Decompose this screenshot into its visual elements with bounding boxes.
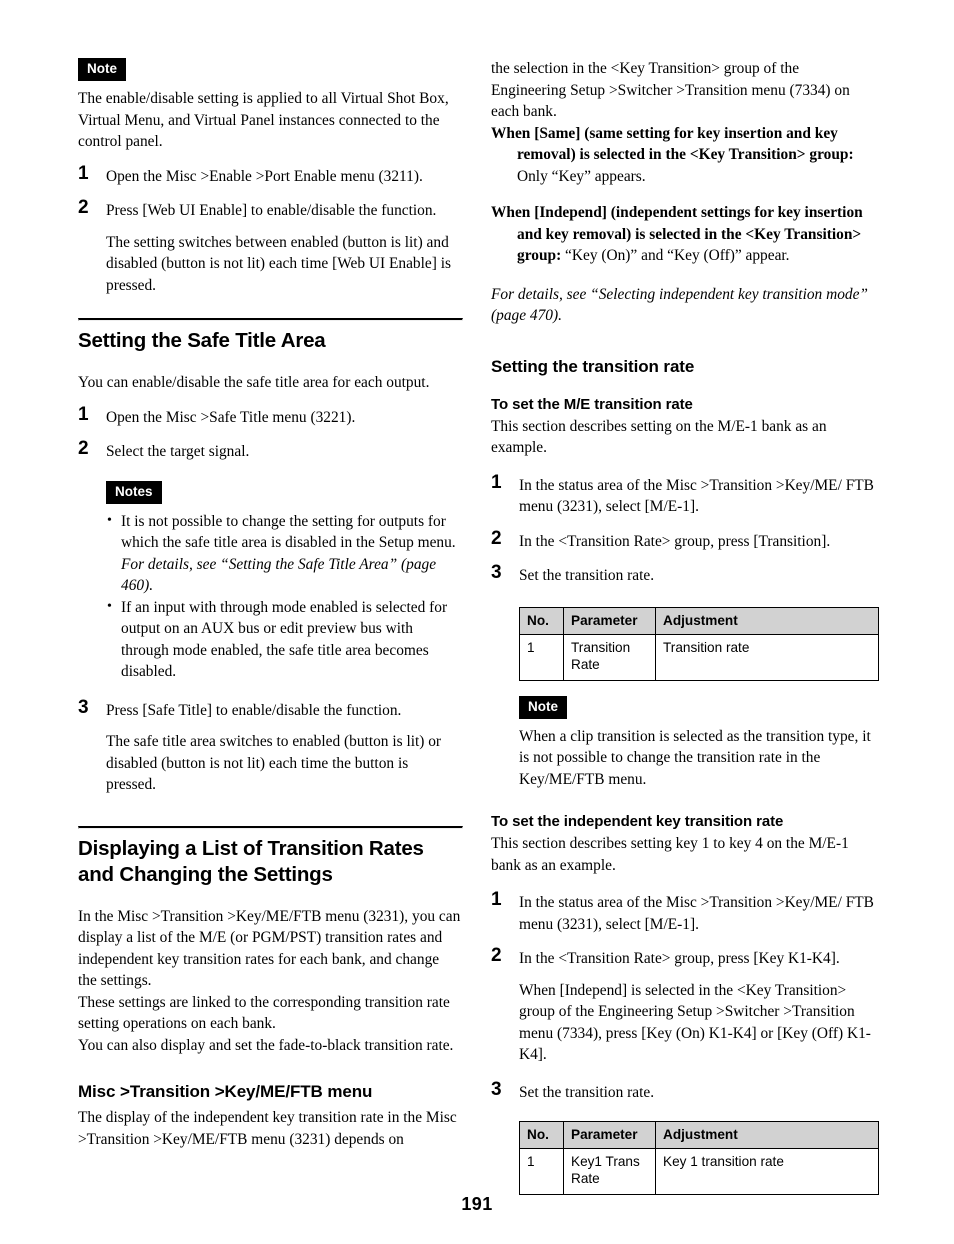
step-detail: The safe title area switches to enabled … xyxy=(106,733,442,793)
table-row: 1 Transition Rate Transition rate xyxy=(519,633,879,681)
paragraph: This section describes setting on the M/… xyxy=(491,417,827,457)
key-transition-rate-table: No. Parameter Adjustment 1 Key1 Trans Ra… xyxy=(519,1121,879,1196)
table-header-row: No. Parameter Adjustment xyxy=(519,1121,879,1150)
step-item: 3 Set the transition rate. xyxy=(491,1078,874,1104)
column-header-parameter: Parameter xyxy=(563,1121,656,1150)
step-item: 2 Select the target signal. xyxy=(78,438,461,463)
paragraph: In the Misc >Transition >Key/ME/FTB menu… xyxy=(78,907,461,990)
left-column: Note The enable/disable setting is appli… xyxy=(78,58,463,1150)
continued-paragraph: the selection in the <Key Transition> gr… xyxy=(491,60,850,120)
section-intro: You can enable/disable the safe title ar… xyxy=(78,374,430,391)
cell-parameter: Key1 Trans Rate xyxy=(563,1148,656,1196)
list-item: If an input with through mode enabled is… xyxy=(106,596,461,683)
step-number: 3 xyxy=(491,1078,502,1100)
bullet-reference: For details, see “Setting the Safe Title… xyxy=(121,555,437,595)
cell-adjustment: Transition rate xyxy=(655,633,879,681)
section-title-transition-rates-line2: and Changing the Settings xyxy=(78,862,333,886)
paragraph: This section describes setting key 1 to … xyxy=(491,835,849,874)
me-transition-rate-table: No. Parameter Adjustment 1 Transition Ra… xyxy=(519,606,879,681)
step-item: 2 In the <Transition Rate> group, press … xyxy=(491,527,874,553)
step-item: 3 Set the transition rate. xyxy=(491,562,874,587)
step-item: 1 In the status area of the Misc >Transi… xyxy=(491,471,874,518)
document-page: Note The enable/disable setting is appli… xyxy=(0,0,954,1244)
step-text: Set the transition rate. xyxy=(519,567,655,585)
subsection-title-setting-transition-rate: Setting the transition rate xyxy=(491,356,695,376)
cell-no: 1 xyxy=(519,1148,564,1196)
section-title-safe-title-area: Setting the Safe Title Area xyxy=(78,329,326,352)
step-number: 1 xyxy=(78,162,89,184)
page-number: 191 xyxy=(461,1194,493,1214)
step-item: 2 In the <Transition Rate> group, press … xyxy=(491,945,874,970)
definition-same: When [Same] (same setting for key insert… xyxy=(491,123,874,188)
note-block-clip-transition: Note When a clip transition is selected … xyxy=(491,695,874,791)
column-header-no: No. xyxy=(519,606,564,635)
paragraph: You can also display and set the fade-to… xyxy=(78,1036,454,1054)
notes-bullet-list: It is not possible to change the setting… xyxy=(106,510,461,683)
column-header-no: No. xyxy=(519,1121,564,1150)
note-tag: Note xyxy=(78,58,126,81)
bullet-text: If an input with through mode enabled is… xyxy=(121,598,448,681)
section-rule xyxy=(78,318,463,321)
section-rule xyxy=(78,825,463,829)
list-item: It is not possible to change the setting… xyxy=(106,510,461,597)
step-number: 2 xyxy=(78,438,89,459)
cell-no: 1 xyxy=(519,633,564,681)
note-text: When a clip transition is selected as th… xyxy=(519,727,871,788)
paragraph: These settings are linked to the corresp… xyxy=(78,993,450,1033)
table-row: 1 Key1 Trans Rate Key 1 transition rate xyxy=(519,1148,879,1196)
heading-independent-key-transition-rate: To set the independent key transition ra… xyxy=(491,813,784,831)
step-text: Set the transition rate. xyxy=(519,1083,655,1101)
step-text: In the <Transition Rate> group, press [K… xyxy=(519,950,840,968)
table-header-row: No. Parameter Adjustment xyxy=(519,606,879,635)
step-text: Open the Misc >Enable >Port Enable menu … xyxy=(106,167,423,185)
step-item: 1 Open the Misc >Enable >Port Enable men… xyxy=(78,162,461,188)
right-column: the selection in the <Key Transition> gr… xyxy=(491,58,879,1196)
cell-parameter: Transition Rate xyxy=(563,633,656,681)
column-header-parameter: Parameter xyxy=(563,606,656,635)
step-text: In the status area of the Misc >Transiti… xyxy=(519,894,874,933)
note-text: The enable/disable setting is applied to… xyxy=(78,90,449,150)
definition-independ: When [Independ] (independent settings fo… xyxy=(491,202,874,267)
cell-adjustment: Key 1 transition rate xyxy=(655,1148,879,1196)
step-number: 3 xyxy=(491,562,502,584)
step-number: 2 xyxy=(491,945,502,967)
paragraph: The display of the independent key trans… xyxy=(78,1109,457,1148)
step-number: 1 xyxy=(78,403,89,425)
definition-term: When [Same] (same setting for key insert… xyxy=(491,124,854,164)
column-header-adjustment: Adjustment xyxy=(655,1121,879,1150)
step-detail: The setting switches between enabled (bu… xyxy=(106,233,451,294)
notes-block-safe-title: Notes It is not possible to change the s… xyxy=(78,480,461,683)
step-text: Open the Misc >Safe Title menu (3221). xyxy=(106,408,356,426)
section-title-transition-rates-line1: Displaying a List of Transition Rates xyxy=(78,836,424,860)
step-number: 2 xyxy=(491,527,502,549)
note-tag: Note xyxy=(519,695,567,719)
reference-note: For details, see “Selecting independent … xyxy=(491,285,868,325)
step-text: In the <Transition Rate> group, press [T… xyxy=(519,532,831,550)
step-number: 2 xyxy=(78,197,89,218)
step-item: 1 Open the Misc >Safe Title menu (3221). xyxy=(78,403,461,429)
step-text: Press [Web UI Enable] to enable/disable … xyxy=(106,202,437,219)
heading-me-transition-rate: To set the M/E transition rate xyxy=(491,395,693,413)
column-header-adjustment: Adjustment xyxy=(655,606,879,635)
step-text: Press [Safe Title] to enable/disable the… xyxy=(106,701,402,719)
step-number: 1 xyxy=(491,471,502,493)
step-text: Select the target signal. xyxy=(106,443,250,460)
notes-tag: Notes xyxy=(106,480,162,504)
step-number: 1 xyxy=(491,889,502,911)
step-item: 3 Press [Safe Title] to enable/disable t… xyxy=(78,696,461,722)
step-number: 3 xyxy=(78,696,89,718)
step-item: 2 Press [Web UI Enable] to enable/disabl… xyxy=(78,197,461,222)
definition-value: “Key (On)” and “Key (Off)” appear. xyxy=(561,247,790,265)
step-detail: When [Independ] is selected in the <Key … xyxy=(519,981,871,1064)
step-item: 1 In the status area of the Misc >Transi… xyxy=(491,889,874,935)
subsection-title-key-me-ftb-menu: Misc >Transition >Key/ME/FTB menu xyxy=(78,1082,373,1101)
note-block-web-ui: Note The enable/disable setting is appli… xyxy=(78,58,461,153)
bullet-text: It is not possible to change the setting… xyxy=(121,512,456,552)
definition-value: Only “Key” appears. xyxy=(517,167,646,185)
step-text: In the status area of the Misc >Transiti… xyxy=(519,476,874,516)
